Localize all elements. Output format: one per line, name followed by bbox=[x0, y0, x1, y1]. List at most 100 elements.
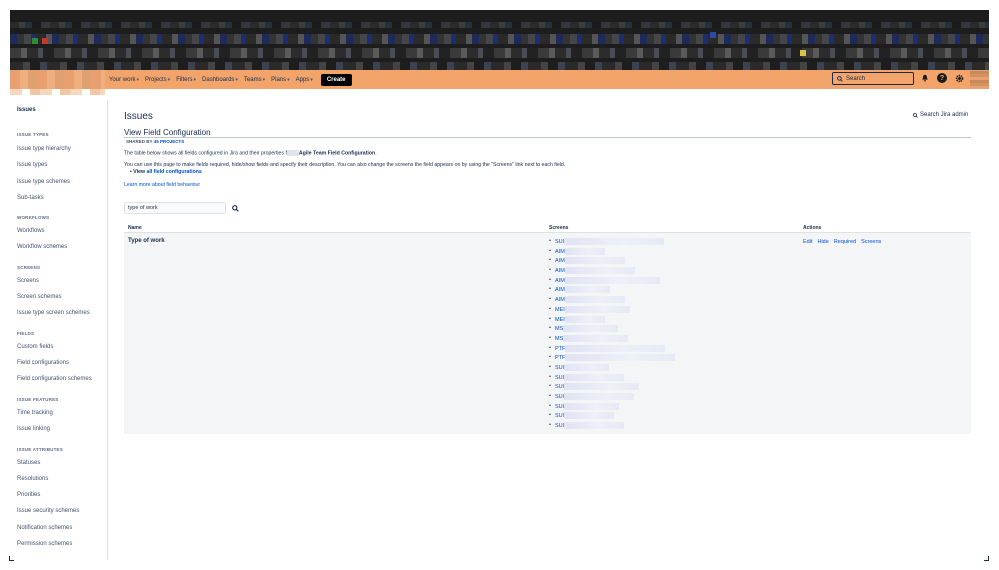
screen-link[interactable]: SUI bbox=[549, 402, 675, 413]
search-placeholder: Search bbox=[846, 75, 866, 82]
view-all-field-configurations-link[interactable]: all field configurations bbox=[146, 169, 201, 175]
nav-dashboards[interactable]: Dashboards ▾ bbox=[202, 77, 238, 83]
view-all-configurations: • View all field configurations bbox=[130, 169, 202, 175]
nav-label: Dashboards bbox=[202, 76, 235, 83]
create-button[interactable]: Create bbox=[320, 73, 352, 86]
column-header-name: Name bbox=[128, 225, 142, 231]
redacted-screen-name bbox=[563, 334, 629, 342]
screen-link[interactable]: PTF bbox=[549, 344, 675, 355]
redacted-screen-name bbox=[564, 247, 605, 255]
nav-filters[interactable]: Filters ▾ bbox=[176, 77, 196, 83]
nav-label: Your work bbox=[109, 76, 136, 83]
sidebar-item-custom-fields[interactable]: Custom fields bbox=[17, 344, 53, 350]
screen-link[interactable]: PTF bbox=[549, 354, 676, 364]
screen-link-label: AIM bbox=[555, 268, 565, 275]
sidebar-item-notification-schemes[interactable]: Notification schemes bbox=[17, 525, 72, 531]
sidebar-item-field-configurations[interactable]: Field configurations bbox=[17, 360, 69, 366]
sidebar-item-field-configuration-schemes[interactable]: Field configuration schemes bbox=[17, 376, 92, 382]
screen-link[interactable]: SUI bbox=[549, 383, 675, 393]
description-prefix: The table below shows all fields configu… bbox=[124, 150, 287, 157]
sidebar-item-issue-linking[interactable]: Issue linking bbox=[17, 426, 50, 432]
sidebar-item-permission-schemes[interactable]: Permission schemes bbox=[17, 541, 72, 547]
hide-action-link[interactable]: Hide bbox=[817, 239, 828, 245]
sidebar-item-sub-tasks[interactable]: Sub-tasks bbox=[17, 195, 44, 201]
sidebar-item-issue-security-schemes[interactable]: Issue security schemes bbox=[17, 508, 79, 514]
filter-search-button[interactable] bbox=[230, 202, 240, 214]
banner-pixel-row bbox=[10, 34, 989, 44]
sidebar-item-screens[interactable]: Screens bbox=[17, 278, 39, 284]
shared-by-projects-link[interactable]: 45 PROJECTS bbox=[154, 139, 185, 144]
screen-link[interactable]: AIM bbox=[549, 257, 675, 267]
global-search-input[interactable]: Search bbox=[832, 72, 914, 85]
redacted-text bbox=[286, 150, 299, 156]
screen-link[interactable]: AIM bbox=[549, 296, 675, 306]
nav-projects[interactable]: Projects ▾ bbox=[145, 77, 170, 83]
nav-your-work[interactable]: Your work ▾ bbox=[109, 77, 139, 83]
search-icon bbox=[913, 112, 918, 118]
sidebar-item-issue-type-screen-schemes[interactable]: Issue type screen schemes bbox=[17, 310, 90, 316]
table-row: Type of work SUI AIM AIM AIM AIM AIM AIM MEI MEI… bbox=[124, 233, 971, 434]
logo-redacted bbox=[10, 70, 105, 89]
nav-label: Plans bbox=[271, 76, 287, 83]
screens-action-link[interactable]: Screens bbox=[861, 239, 881, 245]
screen-link[interactable]: SUI bbox=[549, 373, 675, 384]
nav-label: Projects bbox=[144, 76, 167, 83]
avatar[interactable] bbox=[970, 70, 989, 89]
sidebar-title[interactable]: Issues bbox=[17, 107, 36, 113]
screen-link[interactable]: AIM bbox=[549, 247, 675, 258]
field-filter-input[interactable] bbox=[124, 202, 226, 214]
screen-link[interactable]: SUI bbox=[549, 238, 675, 248]
help-text: You can use this page to make fields req… bbox=[124, 162, 566, 168]
sidebar-item-time-tracking[interactable]: Time tracking bbox=[17, 410, 53, 416]
screen-link[interactable]: MS bbox=[549, 334, 675, 345]
redacted-screen-name bbox=[564, 257, 625, 265]
nav-label: Teams bbox=[243, 76, 262, 83]
sidebar-item-statuses[interactable]: Statuses bbox=[17, 460, 40, 466]
nav-icon-group: ? bbox=[920, 73, 964, 83]
settings-icon[interactable] bbox=[954, 73, 964, 83]
screen-link[interactable]: MS bbox=[549, 325, 675, 335]
screen-link-label: AIM bbox=[555, 248, 565, 255]
sidebar-item-workflow-schemes[interactable]: Workflow schemes bbox=[17, 244, 67, 250]
sidebar-item-issue-type-schemes[interactable]: Issue type schemes bbox=[17, 179, 70, 185]
banner-pixel bbox=[800, 50, 806, 56]
redacted-screen-name bbox=[564, 238, 665, 245]
search-jira-admin-link[interactable]: Search Jira admin bbox=[913, 112, 968, 118]
nav-apps[interactable]: Apps ▾ bbox=[296, 77, 313, 83]
required-action-link[interactable]: Required bbox=[834, 239, 856, 245]
redacted-screen-name bbox=[565, 354, 676, 362]
learn-more-link[interactable]: Learn more about field behaviour bbox=[124, 182, 200, 188]
screen-link[interactable]: SUI bbox=[549, 363, 675, 374]
nav-teams[interactable]: Teams ▾ bbox=[244, 77, 265, 83]
header-banner-redacted bbox=[10, 10, 989, 72]
banner-pixel bbox=[710, 32, 716, 38]
chevron-down-icon: ▾ bbox=[235, 76, 238, 83]
chevron-down-icon: ▾ bbox=[136, 76, 139, 83]
screen-link[interactable]: AIM bbox=[549, 267, 675, 277]
sidebar-item-resolutions[interactable]: Resolutions bbox=[17, 476, 48, 482]
screen-link[interactable]: MEI bbox=[549, 305, 675, 316]
screen-link[interactable]: SUI bbox=[549, 393, 675, 403]
sidebar-item-issue-types[interactable]: Issue types bbox=[17, 162, 47, 168]
notifications-icon[interactable] bbox=[920, 73, 930, 83]
screen-link[interactable]: AIM bbox=[549, 276, 675, 287]
screen-link[interactable]: SUI bbox=[549, 412, 675, 422]
redacted-screen-name bbox=[565, 344, 666, 352]
sidebar-item-priorities[interactable]: Priorities bbox=[17, 492, 40, 498]
screen-link[interactable]: SUI bbox=[549, 422, 675, 432]
screen-link[interactable]: MEI bbox=[549, 315, 675, 326]
sidebar-item-screen-schemes[interactable]: Screen schemes bbox=[17, 294, 62, 300]
chevron-down-icon: ▾ bbox=[287, 76, 290, 83]
screen-link[interactable]: AIM bbox=[549, 286, 675, 296]
screen-link-label: MEI bbox=[555, 306, 565, 313]
banner-pixel bbox=[32, 38, 38, 44]
sidebar-item-workflows[interactable]: Workflows bbox=[17, 228, 45, 234]
help-icon[interactable]: ? bbox=[937, 73, 947, 83]
edit-action-link[interactable]: Edit bbox=[803, 239, 812, 245]
banner-pixel bbox=[42, 38, 48, 44]
screen-link-label: PTF bbox=[555, 345, 566, 352]
nav-plans[interactable]: Plans ▾ bbox=[271, 77, 290, 83]
divider bbox=[124, 137, 971, 138]
sidebar-item-issue-type-hierarchy[interactable]: Issue type hierarchy bbox=[17, 146, 71, 152]
column-header-screens: Screens bbox=[549, 225, 569, 231]
